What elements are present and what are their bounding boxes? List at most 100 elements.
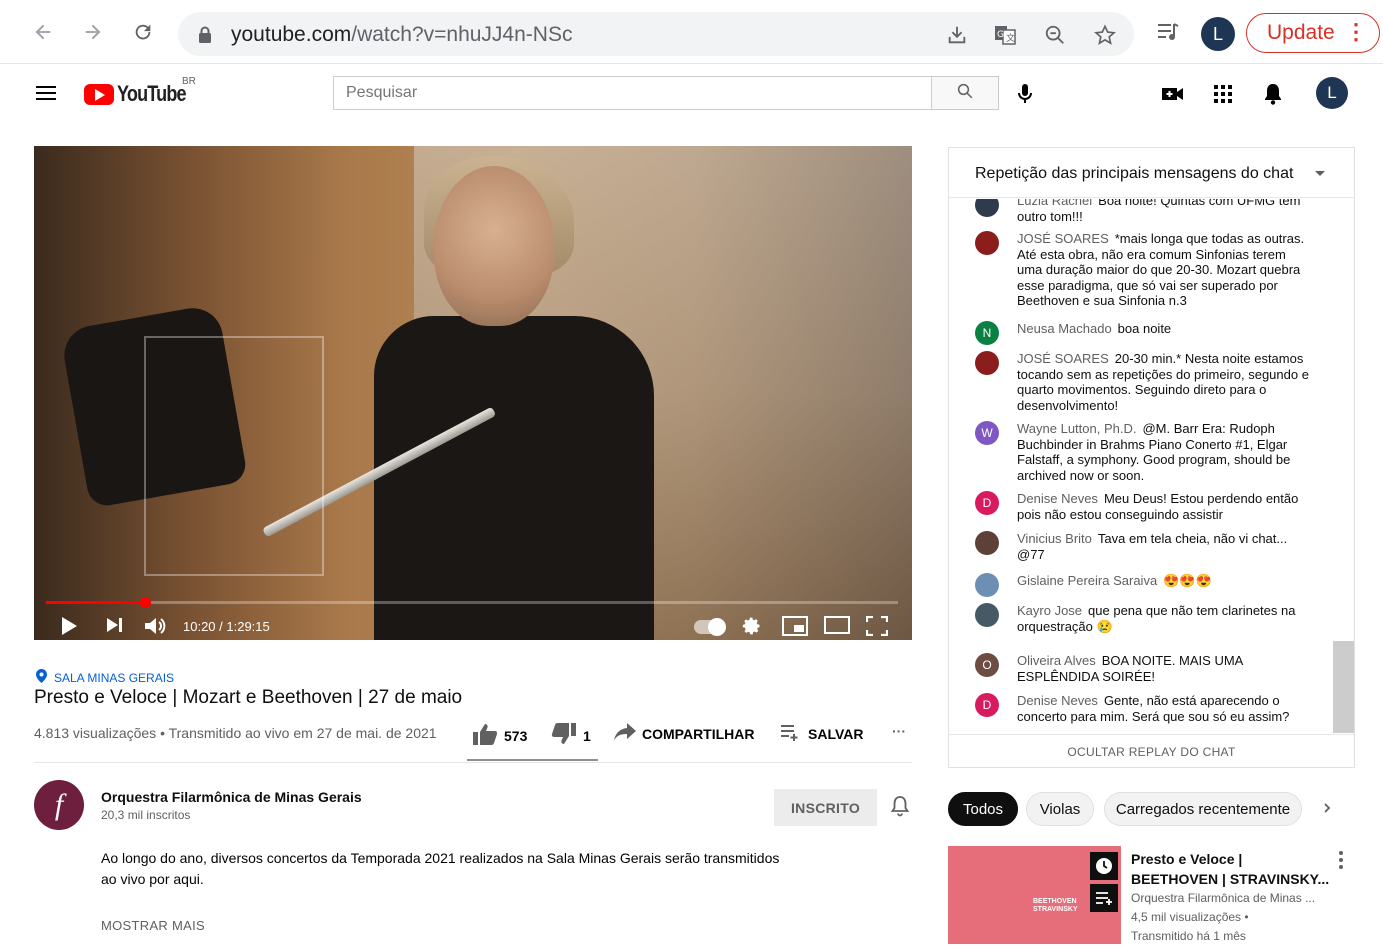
chat-author-avatar: N bbox=[975, 321, 999, 345]
zoom-icon[interactable] bbox=[1042, 22, 1068, 48]
chat-author-name[interactable]: Vinicius Brito bbox=[1017, 531, 1092, 546]
reload-icon[interactable] bbox=[129, 18, 157, 46]
browser-menu-icon[interactable]: ⋮ bbox=[1345, 21, 1367, 43]
chat-author-avatar: D bbox=[975, 491, 999, 515]
url-text: youtube.com/watch?v=nhuJJ4n-NSc bbox=[231, 23, 573, 46]
save-label: SALVAR bbox=[808, 725, 864, 742]
chat-author-name[interactable]: Wayne Lutton, Ph.D. bbox=[1017, 421, 1136, 436]
show-more-button[interactable]: MOSTRAR MAIS bbox=[101, 918, 205, 933]
search-icon bbox=[956, 82, 974, 105]
divider bbox=[34, 762, 912, 763]
hide-chat-button[interactable]: OCULTAR REPLAY DO CHAT bbox=[949, 734, 1354, 768]
update-button[interactable]: Update ⋮ bbox=[1246, 13, 1380, 53]
browser-toolbar: youtube.com/watch?v=nhuJJ4n-NSc G文 L Upd… bbox=[0, 0, 1383, 64]
chat-message-body: boa noite bbox=[1117, 321, 1172, 336]
save-button[interactable]: SALVAR bbox=[780, 723, 863, 744]
chat-message-text: Denise Neves Meu Deus! Estou perdendo ent… bbox=[1017, 491, 1313, 522]
chat-scrollbar[interactable] bbox=[1333, 641, 1354, 733]
thumbs-up-icon bbox=[472, 723, 498, 748]
create-video-icon[interactable] bbox=[1160, 81, 1186, 107]
chevron-right-icon[interactable] bbox=[1322, 800, 1332, 821]
share-arrow-icon bbox=[614, 723, 636, 744]
bookmark-star-icon[interactable] bbox=[1092, 22, 1118, 48]
install-app-icon[interactable] bbox=[944, 22, 970, 48]
recommended-age: Transmitido há 1 mês bbox=[1131, 929, 1246, 943]
share-button[interactable]: COMPARTILHAR bbox=[614, 723, 755, 744]
chat-message-text: Neusa Machado boa noite bbox=[1017, 321, 1313, 337]
flutist-figure bbox=[354, 156, 654, 640]
chip-violas[interactable]: Violas bbox=[1026, 792, 1094, 826]
more-vert-icon[interactable] bbox=[1338, 850, 1344, 875]
chat-author-name[interactable]: Denise Neves bbox=[1017, 693, 1098, 708]
youtube-header: YouTube BR L bbox=[0, 65, 1383, 122]
fullscreen-icon[interactable] bbox=[866, 616, 888, 636]
chat-message-text: Kayro Jose que pena que não tem clarinete… bbox=[1017, 603, 1313, 634]
chip-recent[interactable]: Carregados recentemente bbox=[1104, 792, 1302, 826]
chip-todos[interactable]: Todos bbox=[948, 792, 1018, 826]
channel-avatar[interactable]: f bbox=[34, 780, 84, 830]
channel-name[interactable]: Orquestra Filarmônica de Minas Gerais bbox=[101, 789, 362, 805]
play-icon[interactable] bbox=[60, 616, 78, 636]
progress-bar[interactable] bbox=[46, 597, 898, 608]
address-bar[interactable]: youtube.com/watch?v=nhuJJ4n-NSc G文 bbox=[178, 12, 1134, 56]
recommended-thumbnail[interactable]: BEETHOVEN STRAVINSKY bbox=[948, 846, 1121, 944]
more-actions-button[interactable]: ··· bbox=[892, 723, 906, 739]
location-pin-icon bbox=[36, 669, 47, 686]
chat-author-name[interactable]: Oliveira Alves bbox=[1017, 653, 1096, 668]
subscriber-count: 20,3 mil inscritos bbox=[101, 808, 191, 822]
chat-author-name[interactable]: Denise Neves bbox=[1017, 491, 1098, 506]
chat-author-avatar: O bbox=[975, 653, 999, 677]
subscribed-button[interactable]: INSCRITO bbox=[774, 789, 877, 826]
menu-icon[interactable] bbox=[36, 85, 56, 106]
volume-icon[interactable] bbox=[144, 616, 168, 636]
next-icon[interactable] bbox=[106, 616, 124, 634]
autoplay-toggle[interactable] bbox=[694, 618, 726, 636]
chat-author-name[interactable]: Luzia Rachel bbox=[1017, 199, 1092, 208]
location-link[interactable]: SALA MINAS GERAIS bbox=[36, 669, 174, 686]
chat-header[interactable]: Repetição das principais mensagens do ch… bbox=[949, 148, 1354, 198]
lock-icon bbox=[198, 26, 212, 48]
notification-bell-icon[interactable] bbox=[890, 795, 910, 822]
media-control-icon[interactable] bbox=[1154, 18, 1182, 46]
account-avatar[interactable]: L bbox=[1316, 77, 1348, 109]
chat-mode-label: Repetição das principais mensagens do ch… bbox=[975, 165, 1294, 182]
svg-text:文: 文 bbox=[1006, 32, 1015, 44]
like-button[interactable]: 573 bbox=[472, 723, 527, 748]
logo-text: YouTube bbox=[117, 81, 187, 106]
dislike-button[interactable]: 1 bbox=[551, 723, 591, 748]
back-icon[interactable] bbox=[29, 18, 57, 46]
chat-author-name[interactable]: JOSÉ SOARES bbox=[1017, 231, 1109, 246]
browser-profile-avatar[interactable]: L bbox=[1201, 17, 1235, 51]
update-label: Update bbox=[1267, 21, 1335, 44]
chat-author-name[interactable]: Kayro Jose bbox=[1017, 603, 1082, 618]
microphone-icon[interactable] bbox=[1012, 81, 1038, 107]
apps-grid-icon[interactable] bbox=[1210, 81, 1236, 107]
video-description: Ao longo do ano, diversos concertos da T… bbox=[101, 850, 780, 887]
settings-gear-icon[interactable] bbox=[742, 616, 762, 636]
forward-icon[interactable] bbox=[79, 18, 107, 46]
video-title: Presto e Veloce | Mozart e Beethoven | 2… bbox=[34, 687, 463, 708]
watch-later-icon[interactable] bbox=[1090, 852, 1118, 880]
recommended-views: 4,5 mil visualizações • bbox=[1131, 910, 1249, 924]
chat-author-avatar bbox=[975, 531, 999, 555]
search-input[interactable] bbox=[334, 77, 931, 109]
chat-author-name[interactable]: Gislaine Pereira Saraiva bbox=[1017, 573, 1157, 588]
chat-author-avatar bbox=[975, 199, 999, 217]
notifications-bell-icon[interactable] bbox=[1260, 81, 1286, 107]
recommended-channel: Orquestra Filarmônica de Minas ... bbox=[1131, 891, 1316, 905]
youtube-logo[interactable]: YouTube BR bbox=[84, 76, 201, 107]
chat-author-name[interactable]: JOSÉ SOARES bbox=[1017, 351, 1109, 366]
miniplayer-icon[interactable] bbox=[782, 616, 808, 636]
chat-author-name[interactable]: Neusa Machado bbox=[1017, 321, 1112, 336]
search-button[interactable] bbox=[931, 76, 999, 110]
svg-text:G: G bbox=[997, 30, 1004, 40]
progress-played bbox=[46, 601, 145, 604]
scrubber-handle[interactable] bbox=[140, 597, 151, 608]
theater-mode-icon[interactable] bbox=[824, 616, 850, 634]
translate-icon[interactable]: G文 bbox=[992, 22, 1018, 48]
add-to-queue-icon[interactable] bbox=[1090, 884, 1118, 912]
recommended-title[interactable]: Presto e Veloce | BEETHOVEN | STRAVINSKY… bbox=[1131, 849, 1331, 889]
chat-author-avatar bbox=[975, 351, 999, 375]
like-count: 573 bbox=[504, 727, 528, 744]
video-player[interactable]: 10:20 / 1:29:15 bbox=[34, 146, 912, 640]
